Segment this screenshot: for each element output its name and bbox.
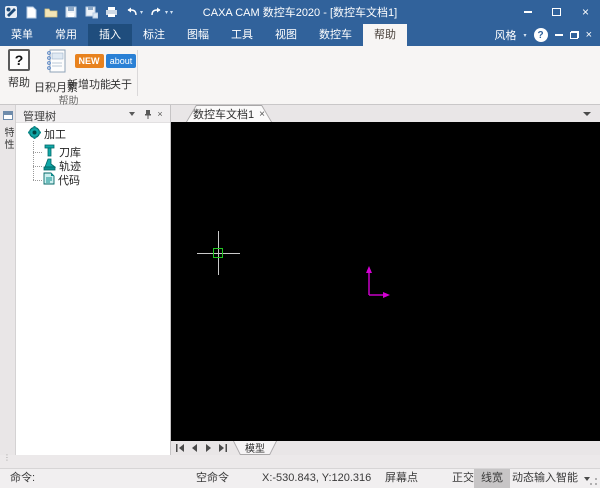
- tree-node-machining[interactable]: 加工: [28, 126, 66, 142]
- dynamic-input-toggle[interactable]: 动态输入: [512, 469, 556, 488]
- document-tab[interactable]: 数控车文档1 ×: [186, 105, 272, 122]
- style-menu[interactable]: 风格: [495, 27, 517, 43]
- open-file-icon[interactable]: [44, 5, 58, 19]
- quick-access-toolbar: ▾ ▾ ▾: [0, 5, 173, 19]
- panel-close-icon[interactable]: ×: [154, 108, 166, 120]
- window-controls: ×: [513, 1, 600, 23]
- question-icon: ?: [8, 49, 30, 71]
- resize-grip[interactable]: [589, 477, 598, 486]
- next-sheet-icon[interactable]: [203, 443, 213, 453]
- new-file-icon[interactable]: [24, 5, 38, 19]
- menu-right-controls: 风格 ▾ ? ×: [495, 24, 600, 46]
- pickbox-cursor: [213, 248, 223, 258]
- document-tab-bar: 数控车文档1 ×: [171, 105, 600, 122]
- origin-axis-icon: [366, 266, 390, 298]
- model-tab[interactable]: 模型: [233, 441, 277, 455]
- help-button-label: 帮助: [8, 77, 30, 89]
- ortho-toggle[interactable]: 正交: [452, 469, 474, 488]
- status-bar: 命令: 空命令 X:-530.843, Y:120.316 屏幕点 正交 线宽 …: [0, 468, 600, 488]
- app-window: ▾ ▾ ▾ CAXA CAM 数控车2020 - [数控车文档1] × 菜单 常…: [0, 0, 600, 488]
- save-icon[interactable]: [64, 5, 78, 19]
- command-state: 空命令: [196, 472, 229, 484]
- undo-dropdown-icon[interactable]: ▾: [140, 9, 143, 16]
- machining-icon: [28, 126, 41, 142]
- style-dropdown-icon[interactable]: ▾: [524, 32, 527, 39]
- about-button[interactable]: about 关于: [105, 49, 137, 93]
- sheet-tab-row: 模型: [171, 441, 600, 455]
- tree-node-label: 代码: [58, 175, 80, 187]
- app-logo-icon[interactable]: [4, 5, 18, 19]
- notebook-icon: [45, 49, 67, 76]
- about-label: 关于: [110, 79, 132, 91]
- tree-node-toolpath[interactable]: 轨迹: [43, 158, 81, 173]
- doc-restore-icon[interactable]: [569, 31, 579, 39]
- document-tab-label: 数控车文档1: [193, 109, 255, 121]
- tree-panel-header: 管理树 ×: [16, 105, 170, 123]
- ribbon-tab-bar: 菜单 常用 插入 标注 图幅 工具 视图 数控车 帮助 风格 ▾ ? ×: [0, 24, 600, 46]
- snap-mode-button[interactable]: 智能: [556, 469, 578, 488]
- tab-sheet[interactable]: 图幅: [176, 24, 220, 46]
- tree-connector: [33, 180, 42, 181]
- drag-handle-icon[interactable]: ⋮: [3, 454, 11, 462]
- undo-icon[interactable]: [124, 5, 138, 19]
- tab-list-dropdown-icon[interactable]: [583, 112, 591, 116]
- command-band: ⋮: [0, 454, 600, 468]
- save-as-icon[interactable]: [84, 5, 98, 19]
- tab-menu[interactable]: 菜单: [0, 24, 44, 46]
- minimize-button[interactable]: [513, 1, 542, 23]
- tab-annotate[interactable]: 标注: [132, 24, 176, 46]
- help-circle-icon[interactable]: ?: [533, 28, 548, 42]
- linewidth-toggle[interactable]: 线宽: [474, 469, 510, 488]
- about-badge-icon: about: [105, 54, 137, 68]
- new-features-label: 新增功能: [67, 79, 111, 91]
- help-button[interactable]: ? 帮助: [4, 49, 34, 93]
- tree-node-label: 加工: [44, 129, 66, 141]
- panel-dropdown-icon[interactable]: [126, 108, 138, 120]
- doc-minimize-icon[interactable]: [554, 34, 563, 36]
- redo-dropdown-icon[interactable]: ▾: [165, 9, 168, 16]
- last-sheet-icon[interactable]: [217, 443, 227, 453]
- tree-connector: [33, 152, 42, 153]
- new-features-button[interactable]: NEW 新增功能: [67, 49, 111, 93]
- code-file-icon: [43, 172, 55, 188]
- tab-view[interactable]: 视图: [264, 24, 308, 46]
- properties-panel-icon[interactable]: [3, 111, 13, 120]
- cursor-coordinates: X:-530.843, Y:120.316: [262, 472, 372, 484]
- redo-icon[interactable]: [149, 5, 163, 19]
- document-tab-close-icon[interactable]: ×: [259, 109, 265, 120]
- point-mode-button[interactable]: 屏幕点: [385, 469, 418, 488]
- docked-panel-strip: 特性: [0, 105, 16, 455]
- command-label: 命令:: [10, 472, 36, 484]
- properties-panel-tab[interactable]: 特性: [1, 127, 15, 151]
- tree-connector: [33, 141, 34, 180]
- close-button[interactable]: ×: [571, 1, 600, 23]
- panel-pin-icon[interactable]: [141, 108, 153, 120]
- drawing-canvas[interactable]: [171, 122, 600, 441]
- tab-tools[interactable]: 工具: [220, 24, 264, 46]
- prev-sheet-icon[interactable]: [189, 443, 199, 453]
- first-sheet-icon[interactable]: [175, 443, 185, 453]
- tree-connector: [33, 166, 42, 167]
- maximize-button[interactable]: [542, 1, 571, 23]
- doc-close-icon[interactable]: ×: [586, 29, 592, 41]
- ribbon-group-separator: [137, 50, 138, 96]
- tree-node-code[interactable]: 代码: [43, 172, 80, 188]
- title-bar: ▾ ▾ ▾ CAXA CAM 数控车2020 - [数控车文档1] ×: [0, 0, 600, 24]
- tab-common[interactable]: 常用: [44, 24, 88, 46]
- tab-cnc-lathe[interactable]: 数控车: [308, 24, 363, 46]
- tab-help[interactable]: 帮助: [363, 24, 407, 46]
- tree-panel-title: 管理树: [23, 111, 56, 123]
- tab-insert[interactable]: 插入: [88, 24, 132, 46]
- tree-node-tool-library[interactable]: 刀库: [43, 144, 81, 159]
- ribbon-help-panel: ? 帮助 日积月累 NEW 新增功能 about 关于 帮助: [0, 46, 600, 107]
- model-tab-label: 模型: [245, 444, 265, 455]
- new-badge-icon: NEW: [74, 54, 104, 68]
- print-icon[interactable]: [104, 5, 118, 19]
- management-tree-panel: 管理树 × 加工 刀库 轨迹 代码: [16, 105, 171, 455]
- customize-toolbar-icon[interactable]: ▾: [170, 9, 173, 16]
